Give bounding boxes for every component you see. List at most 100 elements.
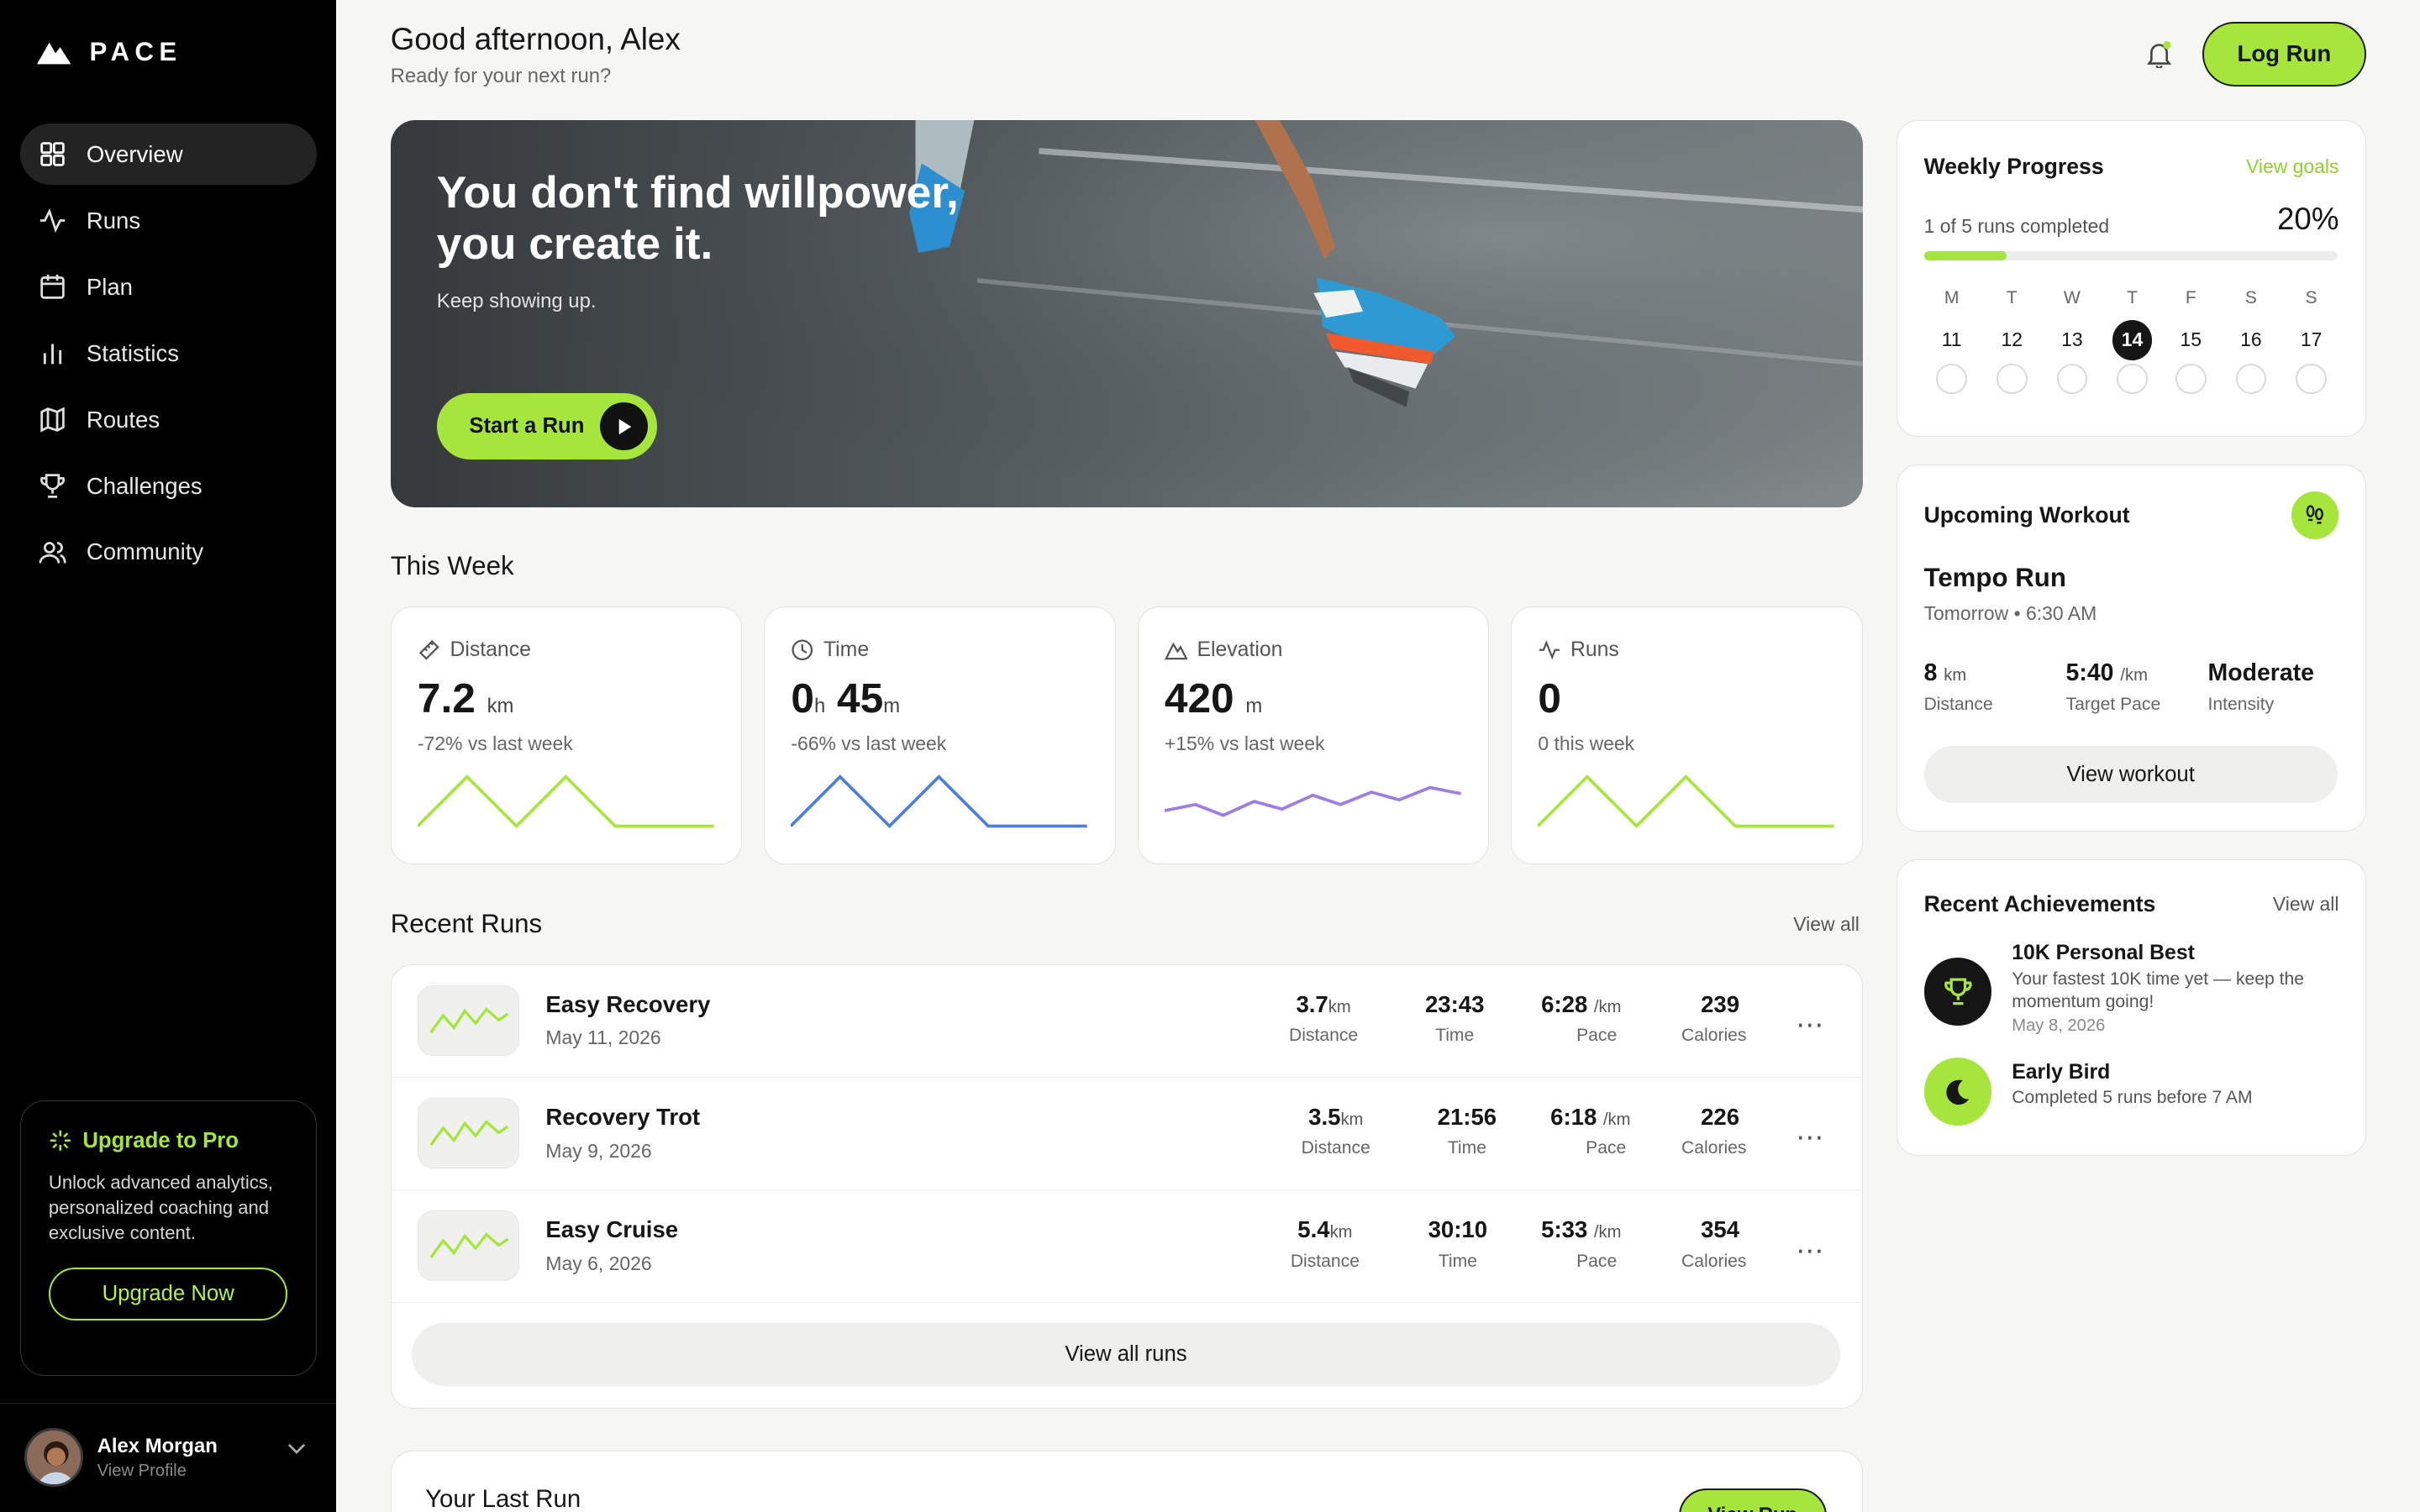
metric-unit: /km [1593,998,1622,1017]
run-date: May 9, 2026 [545,1139,652,1162]
runs-completed-text: 1 of 5 runs completed [1923,215,2110,238]
start-run-button[interactable]: Start a Run [436,393,658,460]
stat-head: Time [791,638,869,662]
sidebar-item-challenges[interactable]: Challenges [20,455,317,517]
day-thu[interactable]: T 14 [2109,288,2155,395]
this-week-title: This Week [390,550,514,580]
upcoming-workout-title: Upcoming Workout [1923,501,2130,528]
weekly-progress-title: Weekly Progress [1923,153,2104,179]
metric-value: 6:18 [1550,1104,1597,1131]
achievement-item[interactable]: 10K Personal Best Your fastest 10K time … [1923,942,2321,1036]
achievement-date: May 8, 2026 [2012,1016,2106,1035]
stat-hours: 0 [791,674,814,722]
calendar-icon [40,274,65,299]
stat-card-elevation[interactable]: Elevation 420 m +15% vs last week [1137,606,1490,864]
day-sun[interactable]: S 17 [2288,288,2334,395]
metric-value: 5:40 [2065,659,2114,687]
day-letter: S [2305,287,2317,307]
mountain-logo-icon [37,43,71,65]
sidebar-item-label: Routes [86,406,160,433]
stat-minutes: 45 [837,674,884,722]
run-row[interactable]: Recovery Trot May 9, 2026 3.5km Distance … [391,1078,1861,1191]
run-date: May 6, 2026 [545,1252,652,1274]
metric-value: Moderate [2207,659,2314,687]
view-run-button[interactable]: View Run [1678,1488,1827,1512]
view-all-runs-button[interactable]: View all runs [411,1323,1841,1387]
metric-value: 354 [1701,1216,1740,1243]
log-run-button[interactable]: Log Run [2202,21,2366,87]
achievement-title: Early Bird [2012,1060,2111,1084]
day-tue[interactable]: T 12 [1989,288,2035,395]
day-letter: W [2063,287,2081,307]
stat-card-runs[interactable]: Runs 0 0 this week [1511,606,1863,864]
metric-label: Target Pace [2065,695,2161,715]
logo[interactable]: PACE [37,37,182,67]
upgrade-title: Upgrade to Pro [49,1129,288,1153]
day-wed[interactable]: W 13 [2049,288,2095,395]
achievements-title: Recent Achievements [1923,890,2156,916]
day-number-today: 14 [2112,320,2153,361]
profile-menu[interactable]: Alex Morgan View Profile [0,1402,337,1512]
day-status-circle [2175,363,2207,395]
achievements-view-all-link[interactable]: View all [2273,893,2339,916]
stat-delta: 0 this week [1538,732,1635,754]
view-goals-link[interactable]: View goals [2246,155,2339,178]
day-mon[interactable]: M 11 [1928,288,1975,395]
run-distance: 3.7km Distance [1281,991,1367,1046]
run-name: Easy Cruise [545,1216,679,1243]
run-thumbnail [417,1097,520,1169]
run-time: 30:10 Time [1419,1216,1497,1271]
achievements-card: Recent Achievements View all 10K Persona… [1897,859,2366,1156]
stat-value: 420 m [1165,674,1262,722]
day-number: 15 [2180,328,2202,351]
trophy-icon [1923,957,1992,1026]
chevron-down-icon[interactable] [287,1443,306,1456]
metric-label: Distance [1288,1026,1359,1046]
bell-icon[interactable] [2145,40,2173,68]
run-date: May 11, 2026 [545,1026,661,1049]
sidebar-item-runs[interactable]: Runs [20,190,317,251]
workout-name: Tempo Run [1923,562,2066,592]
metric-label: Time [1435,1026,1475,1046]
sidebar-item-statistics[interactable]: Statistics [20,323,317,384]
run-row[interactable]: Easy Recovery May 11, 2026 3.7km Distance… [391,965,1861,1079]
day-letter: F [2185,287,2196,307]
metric-label: Calories [1681,1251,1747,1271]
stat-card-time[interactable]: Time 0h 45m -66% vs last week [764,606,1116,864]
weekly-progress-card: Weekly Progress View goals 1 of 5 runs c… [1897,120,2366,437]
run-time: 23:43 Time [1416,991,1493,1046]
workout-distance: 8 km Distance [1924,659,1993,715]
day-status-circle [2235,363,2267,395]
activity-icon [39,208,66,234]
stat-unit: m [1245,694,1263,717]
day-letter: T [2127,287,2138,307]
achievement-item[interactable]: Early Bird Completed 5 runs before 7 AM [1923,1058,2321,1126]
metric-unit: km [1340,1110,1364,1130]
play-icon [600,402,649,451]
day-sat[interactable]: S 16 [2228,288,2274,395]
metric-label: Distance [1301,1138,1370,1158]
more-options-icon[interactable]: ⋯ [1796,1121,1825,1154]
last-run-title: Your Last Run [425,1484,581,1512]
run-row[interactable]: Easy Cruise May 6, 2026 5.4km Distance 30… [391,1190,1861,1304]
stat-number: 420 [1164,674,1234,722]
day-status-circle [2056,363,2088,395]
sidebar-item-routes[interactable]: Routes [20,389,317,450]
stat-value: 7.2 km [418,674,514,722]
view-workout-button[interactable]: View workout [1923,746,2338,804]
more-options-icon[interactable]: ⋯ [1796,1234,1825,1268]
upgrade-now-button[interactable]: Upgrade Now [48,1268,288,1320]
day-fri[interactable]: F 15 [2168,288,2214,395]
metric-label: Pace [1576,1251,1618,1271]
clock-icon [792,639,813,660]
more-options-icon[interactable]: ⋯ [1796,1008,1825,1042]
sidebar-item-plan[interactable]: Plan [20,256,317,318]
sidebar-item-community[interactable]: Community [20,522,317,583]
profile-link[interactable]: View Profile [97,1462,218,1481]
progress-percent: 20% [2276,201,2339,236]
recent-runs-view-all-link[interactable]: View all [1793,913,1860,936]
hero-title-line1: You don't find willpower, [436,168,959,218]
metric-label: Intensity [2207,695,2275,715]
stat-card-distance[interactable]: Distance 7.2 km -72% vs last week [390,606,743,864]
sidebar-item-overview[interactable]: Overview [19,123,317,186]
